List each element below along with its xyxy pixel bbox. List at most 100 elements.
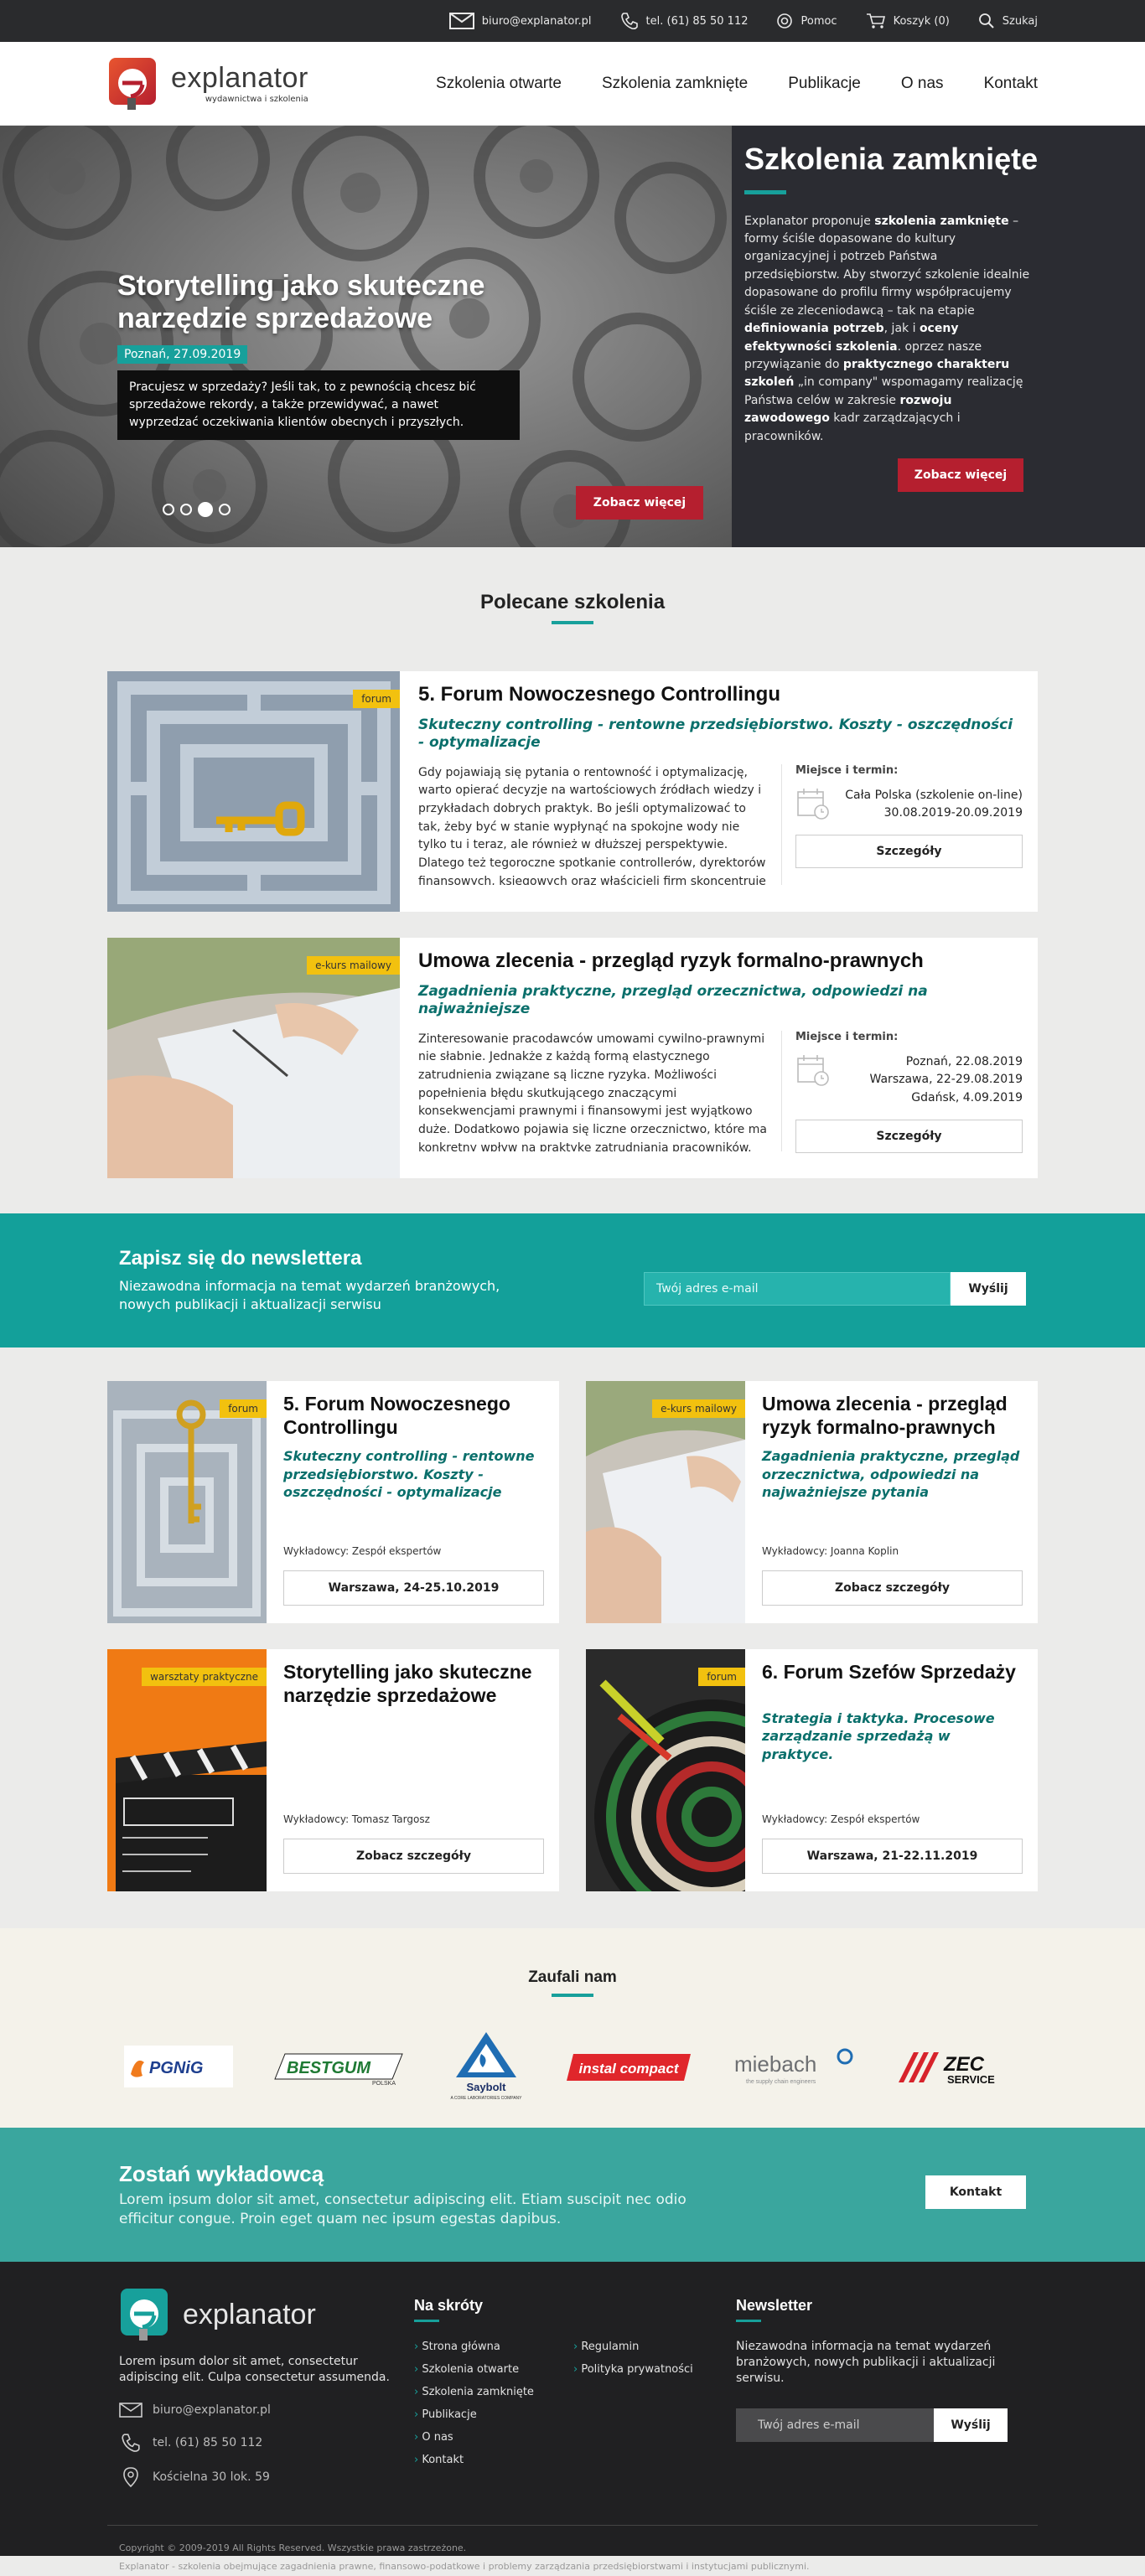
footer-link[interactable]: Regulamin [573,2341,733,2353]
become-description: Lorem ipsum dolor sit amet, consectetur … [119,2191,686,2227]
card-image[interactable]: e-kurs mailowy [586,1381,745,1623]
site-logo[interactable]: explanator wydawnictwa i szkolenia [107,56,308,111]
slider-dot-2[interactable] [180,504,192,515]
card-title[interactable]: 6. Forum Szefów Sprzedaży [762,1661,1023,1684]
newsletter-form: Twój adres e-mail Wyślij [644,1272,1026,1306]
search-label: Szukaj [1002,14,1038,28]
card-description: Zinteresowanie pracodawców umowami cywil… [418,1030,782,1151]
heading-underline [736,2320,761,2322]
date-line: Gdańsk, 4.09.2019 [911,1090,1023,1104]
card-button[interactable]: Warszawa, 24-25.10.2019 [283,1570,544,1606]
calendar-icon [797,788,829,820]
top-bar: biuro@explanator.pl tel. (61) 85 50 112 … [0,0,1145,42]
card-tag: warsztaty praktyczne [142,1668,267,1686]
featured-card: e-kurs mailowy Umowa zlecenia - przegląd… [107,938,1038,1178]
top-email: biuro@explanator.pl [481,14,592,28]
footer-link[interactable]: Szkolenia zamknięte [414,2386,573,2398]
footer-link[interactable]: Kontakt [414,2454,573,2466]
search-icon [978,13,994,28]
hero-date-badge: Poznań, 27.09.2019 [117,345,248,365]
footer-link[interactable]: Polityka prywatności [573,2363,733,2376]
card-subtitle: Skuteczny controlling - rentowne przedsi… [283,1448,535,1501]
card-subtitle: Strategia i taktyka. Procesowe zarządzan… [762,1710,995,1762]
footer-link[interactable]: Strona główna [414,2341,573,2353]
contact-button[interactable]: Kontakt [925,2175,1026,2209]
footer-link[interactable]: Publikacje [414,2408,573,2421]
closed-more-button[interactable]: Zobacz więcej [898,458,1023,492]
cart-link[interactable]: Koszyk (0) [866,13,950,29]
card-title[interactable]: Umowa zlecenia - przegląd ryzyk formalno… [762,1393,1023,1439]
nav-item-szkolenia-otwarte[interactable]: Szkolenia otwarte [436,75,562,93]
card-lecturers: Wykładowcy: Zespół ekspertów [283,1545,442,1557]
nav-item-kontakt[interactable]: Kontakt [984,75,1038,93]
details-button[interactable]: Szczegóły [795,1119,1023,1153]
zec-logo-text: ZEC [943,2053,985,2076]
nav-item-szkolenia-zamkniete[interactable]: Szkolenia zamknięte [602,75,748,93]
instal-compact-logo-text: instal compact [578,2061,679,2077]
card-image[interactable]: e-kurs mailowy [107,938,400,1178]
card-image[interactable]: warsztaty praktyczne [107,1649,267,1891]
featured-heading: Polecane szkolenia [479,591,666,613]
featured-card: forum 5. Forum Nowoczesnego Controllingu… [107,671,1038,912]
main-nav: Szkolenia otwarte Szkolenia zamknięte Pu… [436,75,1038,93]
card-title[interactable]: Storytelling jako skuteczne narzędzie sp… [283,1661,544,1707]
footer-links: Strona główna Regulamin Szkolenia otwart… [414,2341,736,2466]
zec-service-logo: ZEC SERVICE [899,2052,995,2086]
slider-dot-1[interactable] [163,504,174,515]
card-dates: Cała Polska (szkolenie on-line) 30.08.20… [842,787,1023,823]
footer-email[interactable]: biuro@explanator.pl [119,2402,414,2418]
closed-trainings-panel: Szkolenia zamknięte Explanator proponuje… [732,126,1145,547]
newsletter-submit-button[interactable]: Wyślij [951,1272,1026,1306]
help-link[interactable]: Pomoc [776,13,837,29]
newsletter-email-input[interactable]: Twój adres e-mail [644,1272,951,1306]
footer-email-input[interactable]: Twój adres e-mail [736,2408,934,2442]
card-image[interactable]: forum [586,1649,745,1891]
footer-phone[interactable]: tel. (61) 85 50 112 [119,2433,414,2453]
top-phone: tel. (61) 85 50 112 [645,14,749,28]
trainings-grid: forum 5. Forum Nowoczesnego Controllingu… [0,1347,1145,1928]
featured-section: Polecane szkolenia forum 5. Forum Nowocz… [0,547,1145,1213]
card-lecturers: Wykładowcy: Tomasz Targosz [283,1813,430,1825]
site-footer: explanator Lorem ipsum dolor sit amet, c… [0,2262,1145,2572]
newsletter-band: Zapisz się do newslettera Niezawodna inf… [0,1213,1145,1347]
footer-submit-button[interactable]: Wyślij [934,2408,1008,2442]
closed-trainings-title: Szkolenia zamknięte [744,142,1039,176]
slider-dot-4[interactable] [219,504,231,515]
become-lecturer-band: Zostań wykładowcą Lorem ipsum dolor sit … [0,2128,1145,2262]
training-card: forum 5. Forum Nowoczesnego Controllingu… [107,1381,559,1623]
card-title[interactable]: 5. Forum Nowoczesnego Controllingu [283,1393,544,1439]
card-button[interactable]: Warszawa, 21-22.11.2019 [762,1839,1023,1874]
slider-dots [163,502,231,517]
footer-link[interactable]: O nas [414,2431,573,2444]
card-title[interactable]: 5. Forum Nowoczesnego Controllingu [418,683,1023,706]
card-button[interactable]: Zobacz szczegóły [283,1839,544,1874]
card-lecturers: Wykładowcy: Joanna Koplin [762,1545,899,1557]
card-title[interactable]: Umowa zlecenia - przegląd ryzyk formalno… [418,949,1023,973]
saybolt-logo-subtext: A CORE LABORATORIES COMPANY [450,2096,522,2101]
slider-dot-3[interactable] [198,502,213,517]
search-link[interactable]: Szukaj [978,13,1038,29]
top-phone-link[interactable]: tel. (61) 85 50 112 [620,12,749,30]
nav-item-publikacje[interactable]: Publikacje [788,75,861,93]
card-dates: Poznań, 22.08.2019 Warszawa, 22-29.08.20… [842,1053,1023,1108]
become-title: Zostań wykładowcą [119,2161,324,2187]
hero-slider: Storytelling jako skuteczne narzędzie sp… [0,126,732,547]
footer-link-spacer [573,2431,733,2444]
card-button[interactable]: Zobacz szczegóły [762,1570,1023,1606]
bestgum-logo-text: BESTGUM [287,2059,371,2077]
card-image[interactable]: forum [107,671,400,912]
footer-link[interactable]: Szkolenia otwarte [414,2363,573,2376]
hero-more-button[interactable]: Zobacz więcej [576,486,703,520]
zec-logo-subtext: SERVICE [947,2073,995,2086]
closed-trainings-text: Explanator proponuje szkolenia zamknięte… [744,214,1030,443]
card-tag: e-kurs mailowy [652,1399,745,1418]
card-image[interactable]: forum [107,1381,267,1623]
top-email-link[interactable]: biuro@explanator.pl [448,13,592,29]
footer-link-spacer [573,2386,733,2398]
footer-logo[interactable]: explanator [119,2287,414,2342]
miebach-logo-text: miebach [734,2051,816,2077]
card-lecturers: Wykładowcy: Zespół ekspertów [762,1813,920,1825]
training-card: warsztaty praktyczne Storytelling jako s… [107,1649,559,1891]
details-button[interactable]: Szczegóły [795,834,1023,868]
nav-item-o-nas[interactable]: O nas [901,75,944,93]
